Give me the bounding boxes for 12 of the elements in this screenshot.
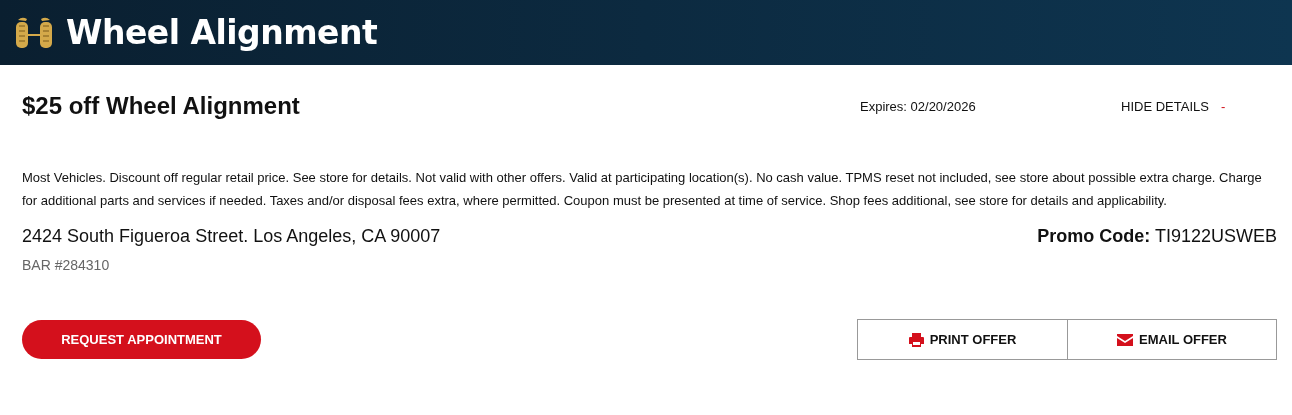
wheel-alignment-icon (14, 15, 54, 50)
hide-details-toggle[interactable]: HIDE DETAILS - (1121, 98, 1277, 114)
promo-code: Promo Code: TI9122USWEB (1037, 226, 1277, 247)
printer-icon (908, 332, 924, 347)
page-title: Wheel Alignment (66, 13, 378, 52)
terms-text: Most Vehicles. Discount off regular retail price. See store for details. Not valid with other offers. Valid at participating location(s). No cash value. TPMS reset not included, see store about possible extra charge. Charge for additional parts and services if needed. Taxes and/or disposal fees extra, where permitted. Coupon must be presented at time of service. Shop fees additional, see store for details and applicability. (22, 169, 1263, 210)
expiry-date: Expires: 02/20/2026 (860, 98, 977, 114)
request-appointment-button[interactable]: REQUEST APPOINTMENT (22, 320, 261, 359)
bar-number: BAR #284310 (22, 257, 111, 273)
envelope-icon (1117, 333, 1134, 346)
offer-title: $25 off Wheel Alignment (22, 92, 301, 120)
store-address: 2424 South Figueroa Street. Los Angeles, CA 90007 (22, 226, 441, 247)
